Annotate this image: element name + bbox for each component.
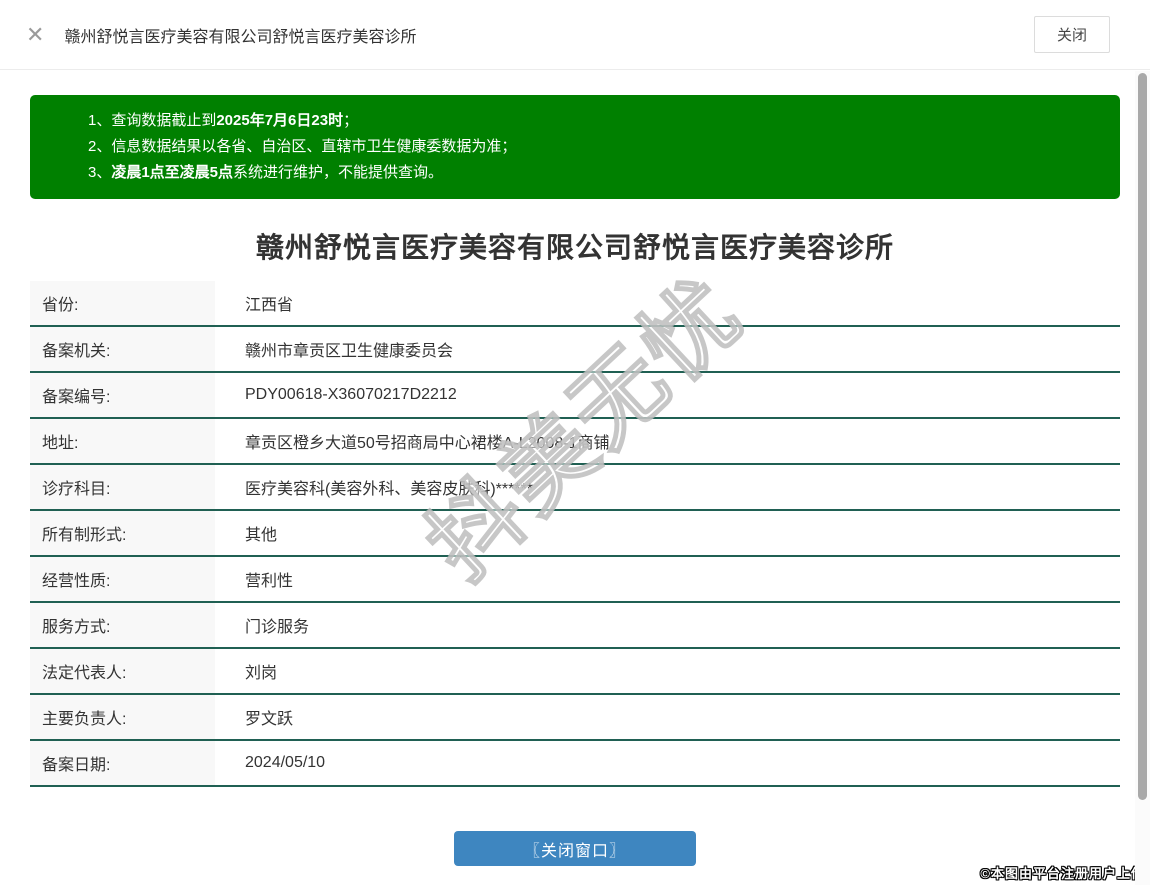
close-button[interactable]: 关闭 bbox=[1034, 16, 1110, 53]
notice-text: 3、 bbox=[88, 164, 112, 181]
notice-bold-text: 凌晨1点至凌晨5点 bbox=[111, 164, 234, 181]
row-label: 服务方式: bbox=[30, 603, 215, 647]
table-row-legal-representative: 法定代表人: 刘岗 bbox=[30, 649, 1120, 695]
row-value: 章贡区橙乡大道50号招商局中心裙楼A-L2008-1商铺 bbox=[245, 435, 610, 452]
notice-text: 1、查询数据截止到 bbox=[88, 112, 217, 129]
info-table: 省份: 江西省 备案机关: 赣州市章贡区卫生健康委员会 备案编号: PDY006… bbox=[30, 281, 1120, 787]
scrollbar[interactable] bbox=[1135, 71, 1150, 885]
dialog-page: ✕ 赣州舒悦言医疗美容有限公司舒悦言医疗美容诊所 关闭 1、查询数据截止到202… bbox=[0, 0, 1150, 885]
notice-text: ； bbox=[343, 112, 359, 129]
table-row-filing-number: 备案编号: PDY00618-X36070217D2212 bbox=[30, 373, 1120, 419]
row-label: 省份: bbox=[30, 281, 215, 325]
notice-text: 2、信息数据结果以各省、自治区、直辖市卫生健康委数据为准； bbox=[88, 138, 517, 155]
close-window-button[interactable]: 〖关闭窗口〗 bbox=[454, 831, 696, 866]
close-icon[interactable]: ✕ bbox=[26, 23, 44, 46]
table-row-operating-nature: 经营性质: 营利性 bbox=[30, 557, 1120, 603]
row-value: 江西省 bbox=[245, 297, 294, 314]
row-value: 医疗美容科(美容外科、美容皮肤科)****** bbox=[245, 481, 534, 498]
row-label: 法定代表人: bbox=[30, 649, 215, 693]
table-row-service-mode: 服务方式: 门诊服务 bbox=[30, 603, 1120, 649]
row-label: 主要负责人: bbox=[30, 695, 215, 739]
notice-banner: 1、查询数据截止到2025年7月6日23时； 2、信息数据结果以各省、自治区、直… bbox=[30, 95, 1120, 199]
row-label: 备案日期: bbox=[30, 741, 215, 785]
table-row-medical-subjects: 诊疗科目: 医疗美容科(美容外科、美容皮肤科)****** bbox=[30, 465, 1120, 511]
attribution-text: ©本图由平台注册用户上传 bbox=[980, 866, 1145, 881]
table-row-filing-authority: 备案机关: 赣州市章贡区卫生健康委员会 bbox=[30, 327, 1120, 373]
row-value: PDY00618-X36070217D2212 bbox=[245, 386, 457, 403]
table-row-principal-person: 主要负责人: 罗文跃 bbox=[30, 695, 1120, 741]
bottom-button-area: 〖关闭窗口〗 bbox=[30, 831, 1120, 866]
institution-title: 赣州舒悦言医疗美容有限公司舒悦言医疗美容诊所 bbox=[255, 232, 894, 263]
table-row-filing-date: 备案日期: 2024/05/10 bbox=[30, 741, 1120, 787]
row-label: 经营性质: bbox=[30, 557, 215, 601]
row-value: 2024/05/10 bbox=[245, 754, 326, 771]
scrollbar-thumb[interactable] bbox=[1138, 73, 1147, 800]
table-row-province: 省份: 江西省 bbox=[30, 281, 1120, 327]
row-label: 备案编号: bbox=[30, 373, 215, 417]
row-value: 门诊服务 bbox=[245, 619, 310, 636]
row-label: 备案机关: bbox=[30, 327, 215, 371]
dialog-title: 赣州舒悦言医疗美容有限公司舒悦言医疗美容诊所 bbox=[64, 28, 417, 46]
dialog-header: ✕ 赣州舒悦言医疗美容有限公司舒悦言医疗美容诊所 关闭 bbox=[0, 0, 1150, 70]
notice-line-2: 2、信息数据结果以各省、自治区、直辖市卫生健康委数据为准； bbox=[88, 134, 1100, 160]
table-row-ownership-type: 所有制形式: 其他 bbox=[30, 511, 1120, 557]
notice-bold-text: 2025年7月6日23时 bbox=[216, 112, 344, 129]
row-label: 地址: bbox=[30, 419, 215, 463]
notice-line-1: 1、查询数据截止到2025年7月6日23时； bbox=[88, 108, 1100, 134]
row-value: 营利性 bbox=[245, 573, 294, 590]
notice-line-3: 3、凌晨1点至凌晨5点系统进行维护，不能提供查询。 bbox=[88, 160, 1100, 186]
row-value: 其他 bbox=[245, 527, 278, 544]
table-row-address: 地址: 章贡区橙乡大道50号招商局中心裙楼A-L2008-1商铺 bbox=[30, 419, 1120, 465]
row-value: 罗文跃 bbox=[245, 711, 294, 728]
row-label: 诊疗科目: bbox=[30, 465, 215, 509]
row-value: 刘岗 bbox=[245, 665, 278, 682]
row-value: 赣州市章贡区卫生健康委员会 bbox=[245, 343, 454, 360]
dialog-content: 1、查询数据截止到2025年7月6日23时； 2、信息数据结果以各省、自治区、直… bbox=[0, 95, 1150, 866]
notice-text: 系统进行维护，不能提供查询。 bbox=[233, 164, 444, 181]
row-label: 所有制形式: bbox=[30, 511, 215, 555]
